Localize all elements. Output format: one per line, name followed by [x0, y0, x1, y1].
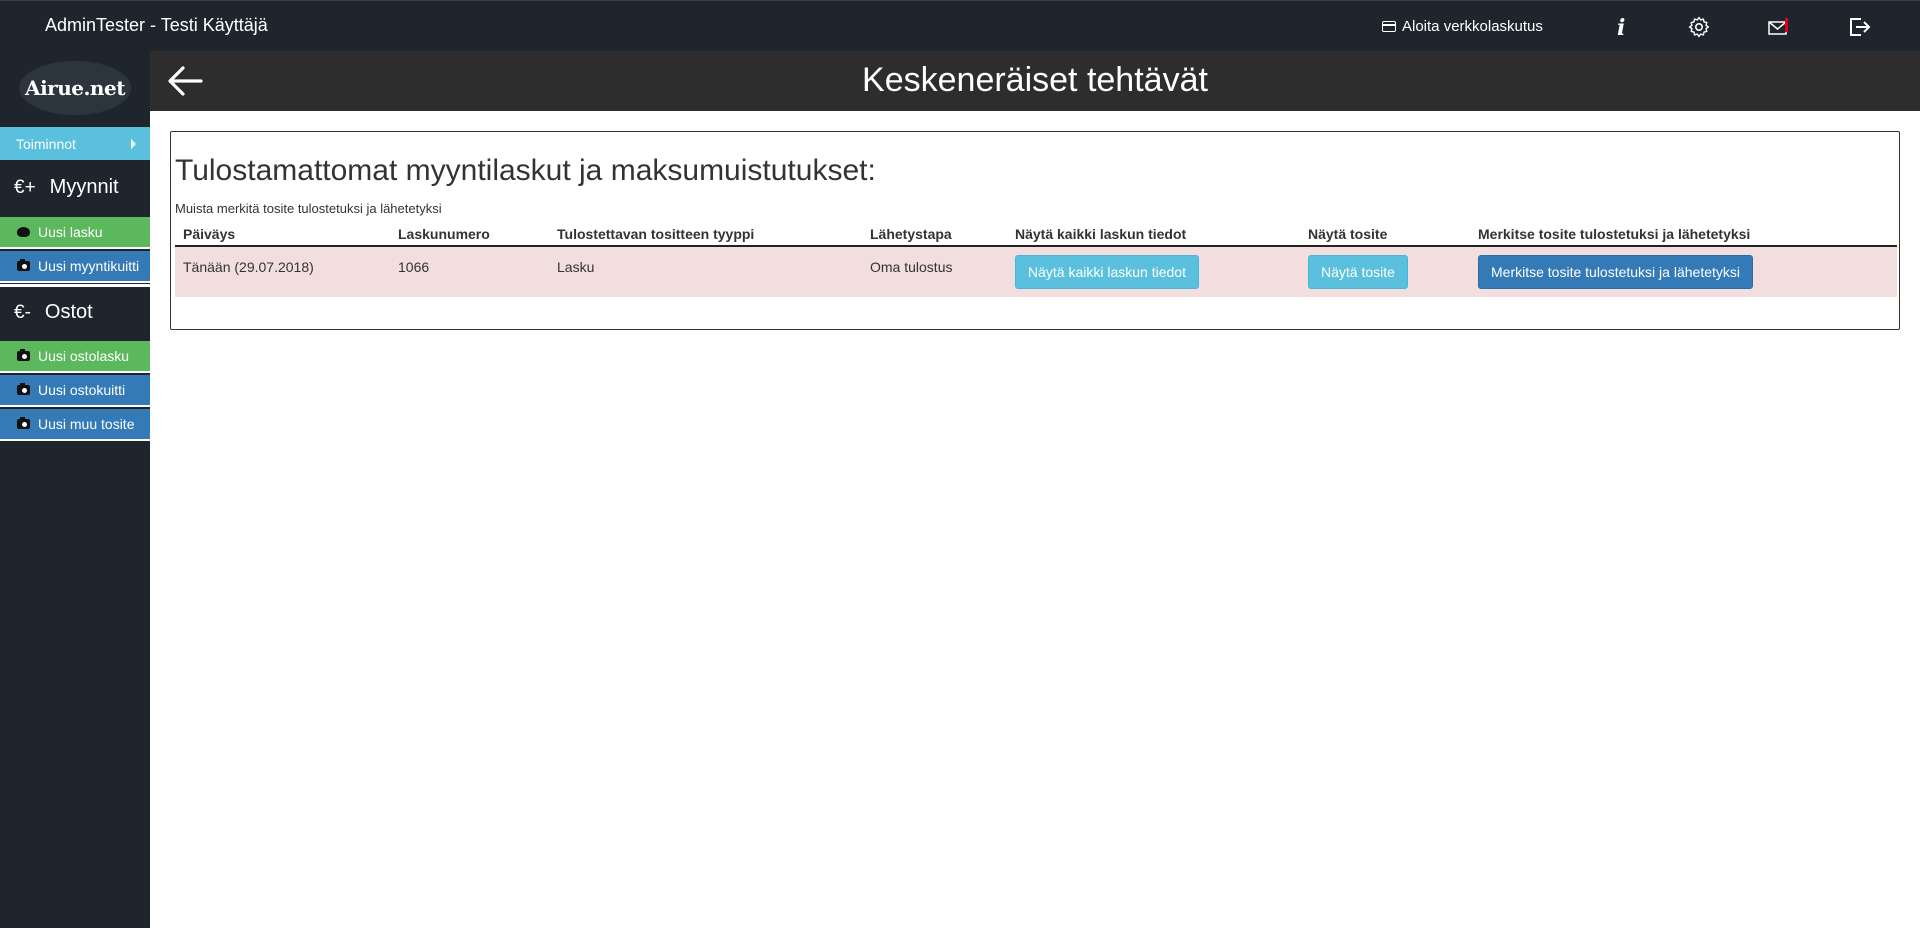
- mark-printed-sent-button[interactable]: Merkitse tosite tulostetuksi ja lähetety…: [1478, 255, 1753, 289]
- euro-minus-icon: €-: [14, 301, 31, 323]
- new-sales-receipt-label: Uusi myyntikuitti: [38, 258, 140, 274]
- info-icon[interactable]: i: [1608, 14, 1634, 40]
- logout-icon[interactable]: [1846, 14, 1872, 40]
- new-purchase-invoice-button[interactable]: Uusi ostolasku: [0, 341, 150, 373]
- caret-right-icon: [131, 139, 136, 149]
- panel-heading: Tulostamattomat myyntilaskut ja maksumui…: [175, 154, 876, 187]
- new-sales-receipt-button[interactable]: Uusi myyntikuitti: [0, 251, 150, 283]
- column-header-show-all: Näytä kaikki laskun tiedot: [1015, 226, 1187, 242]
- actions-menu-toggle[interactable]: Toiminnot: [0, 127, 150, 160]
- column-header-number: Laskunumero: [398, 226, 490, 242]
- sales-section-title: €+ Myynnit: [14, 176, 119, 199]
- page-header: Keskeneräiset tehtävät: [150, 51, 1920, 111]
- svg-text:i: i: [1617, 15, 1625, 39]
- column-header-type: Tulostettavan tositteen tyyppi: [557, 226, 755, 242]
- panel-note: Muista merkitä tosite tulostetuksi ja lä…: [175, 201, 442, 216]
- cell-number: 1066: [398, 259, 430, 275]
- cell-type: Lasku: [557, 259, 595, 275]
- cell-date: Tänään (29.07.2018): [183, 259, 314, 275]
- camera-icon: [16, 383, 30, 395]
- column-header-delivery: Lähetystapa: [870, 226, 952, 242]
- mail-icon[interactable]: [1766, 14, 1792, 40]
- new-purchase-receipt-label: Uusi ostokuitti: [38, 382, 126, 398]
- column-header-mark: Merkitse tosite tulostetuksi ja lähetety…: [1478, 226, 1751, 242]
- sidebar: Airue.net Toiminnot €+ Myynnit Uusi lask…: [0, 51, 150, 928]
- sales-title: Myynnit: [49, 176, 119, 198]
- unprinted-invoices-panel: Tulostamattomat myyntilaskut ja maksumui…: [170, 131, 1900, 330]
- start-einvoicing-label: Aloita verkkolaskutus: [1402, 18, 1543, 35]
- start-einvoicing-link[interactable]: Aloita verkkolaskutus: [1382, 18, 1543, 35]
- new-invoice-label: Uusi lasku: [38, 224, 103, 240]
- table-row: Tänään (29.07.2018) 1066 Lasku Oma tulos…: [175, 247, 1897, 297]
- column-header-date: Päiväys: [183, 226, 236, 242]
- new-other-document-label: Uusi muu tosite: [38, 416, 135, 432]
- card-icon: [1382, 21, 1396, 32]
- invoices-table: Päiväys Laskunumero Tulostettavan tositt…: [175, 222, 1897, 297]
- logo-area: Airue.net: [0, 51, 150, 125]
- page-title: Keskeneräiset tehtävät: [862, 61, 1208, 99]
- camera-icon: [16, 349, 30, 361]
- gear-icon[interactable]: [1686, 14, 1712, 40]
- top-bar: AdminTester - Testi Käyttäjä Aloita verk…: [0, 0, 1920, 51]
- new-other-document-button[interactable]: Uusi muu tosite: [0, 409, 150, 441]
- camera-icon: [16, 259, 30, 271]
- table-header: Päiväys Laskunumero Tulostettavan tositt…: [175, 222, 1897, 247]
- camera-icon: [16, 417, 30, 429]
- purchases-section-title: €- Ostot: [14, 301, 93, 324]
- column-header-show-doc: Näytä tosite: [1308, 226, 1388, 242]
- divider: [0, 284, 150, 287]
- show-document-button[interactable]: Näytä tosite: [1308, 255, 1408, 289]
- logo[interactable]: Airue.net: [19, 61, 131, 115]
- new-purchase-invoice-label: Uusi ostolasku: [38, 348, 130, 364]
- user-name: AdminTester - Testi Käyttäjä: [45, 15, 268, 35]
- new-invoice-button[interactable]: Uusi lasku: [0, 217, 150, 249]
- cell-delivery: Oma tulostus: [870, 259, 953, 275]
- actions-menu-label: Toiminnot: [16, 135, 76, 152]
- purchases-title: Ostot: [44, 301, 93, 323]
- show-all-invoice-details-button[interactable]: Näytä kaikki laskun tiedot: [1015, 255, 1199, 289]
- piggy-bank-icon: [16, 227, 30, 237]
- new-purchase-receipt-button[interactable]: Uusi ostokuitti: [0, 375, 150, 407]
- euro-plus-icon: €+: [14, 176, 36, 198]
